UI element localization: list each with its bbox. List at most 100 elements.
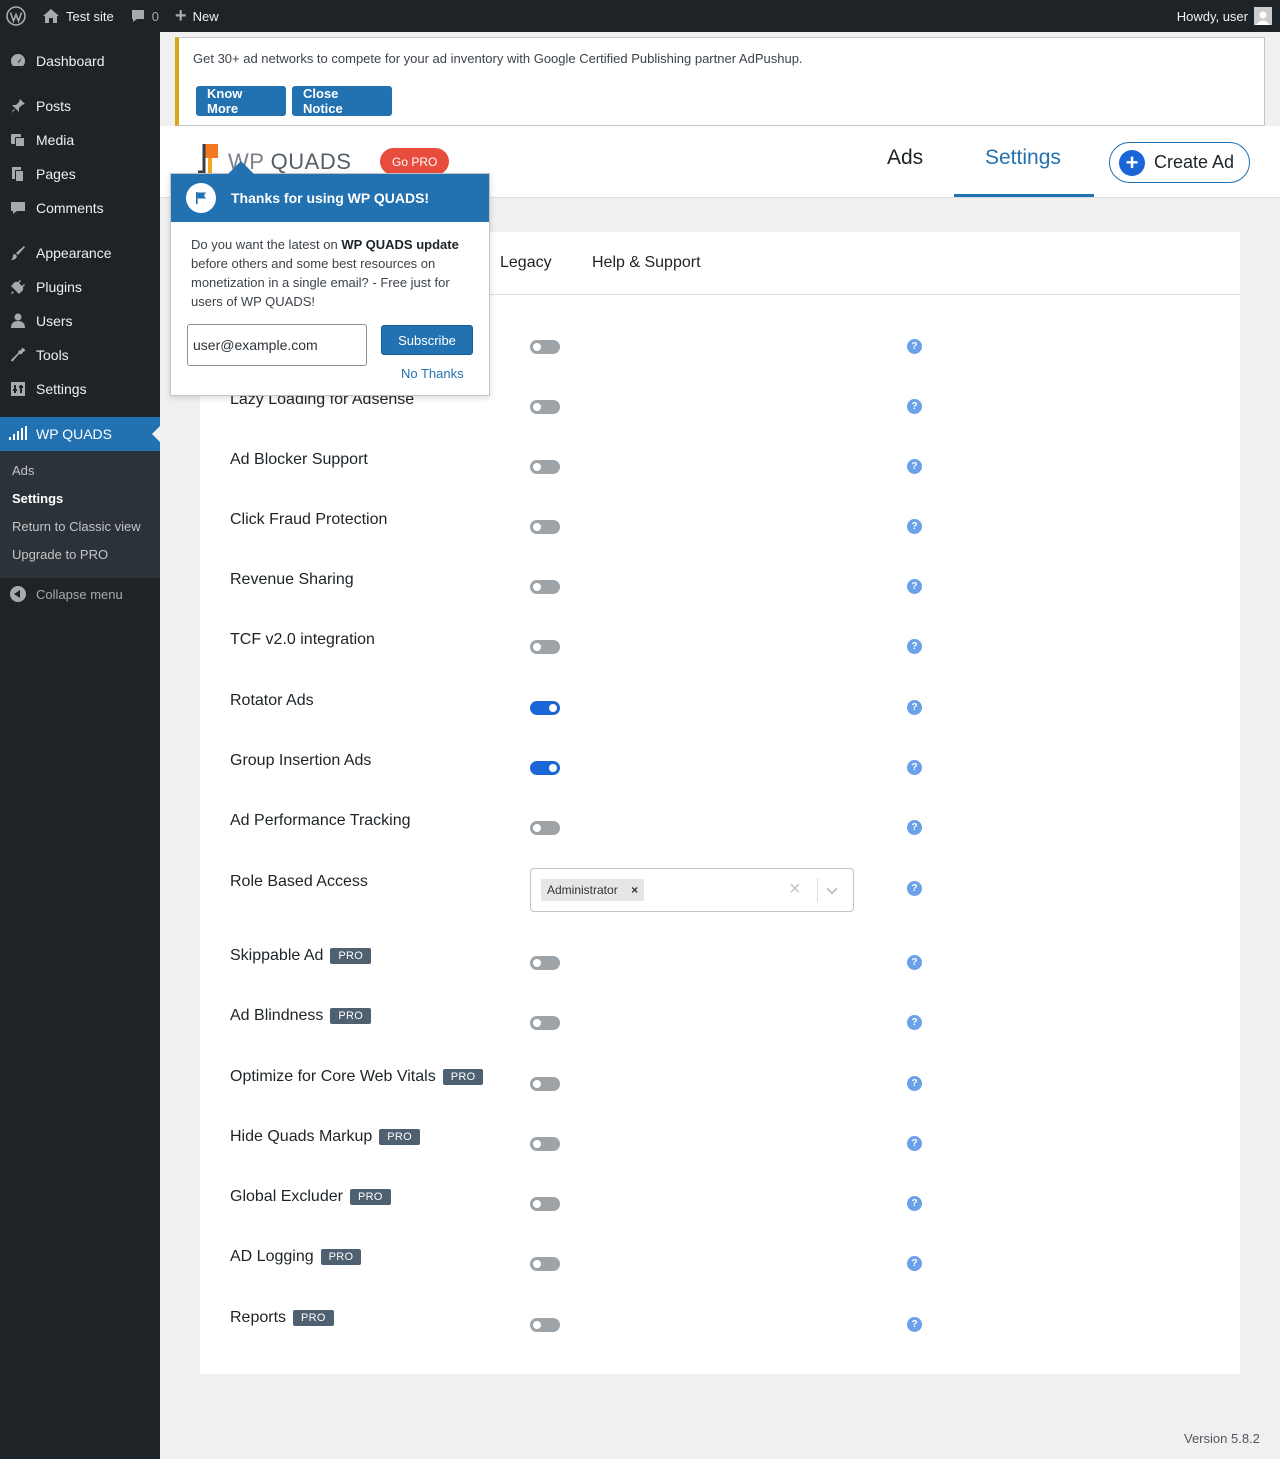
setting-label: AD Logging PRO (230, 1248, 362, 1266)
submenu-item-ads[interactable]: Ads (12, 463, 34, 478)
setting-toggle[interactable] (530, 701, 560, 715)
pages-icon (0, 165, 36, 183)
help-icon[interactable]: ? (907, 579, 922, 594)
setting-toggle[interactable] (530, 1197, 560, 1211)
subscribe-button[interactable]: Subscribe (381, 325, 473, 355)
sidebar-item-dashboard[interactable]: Dashboard (0, 44, 160, 78)
pro-badge: PRO (320, 1249, 362, 1265)
no-thanks-link[interactable]: No Thanks (401, 366, 464, 381)
sidebar-item-tools[interactable]: Tools (0, 338, 160, 372)
setting-label: Skippable Ad PRO (230, 947, 372, 965)
email-input[interactable] (187, 324, 367, 366)
sidebar-item-pages[interactable]: Pages (0, 157, 160, 191)
help-icon[interactable]: ? (907, 519, 922, 534)
comments-link[interactable]: 0 (122, 0, 167, 32)
help-icon[interactable]: ? (907, 1015, 922, 1030)
setting-toggle[interactable] (530, 1318, 560, 1332)
tab-ads[interactable]: Ads (887, 146, 923, 170)
sidebar-item-media[interactable]: Media (0, 123, 160, 157)
submenu-item-settings[interactable]: Settings (12, 491, 63, 506)
user-icon (0, 312, 36, 330)
role-chip-label: Administrator (547, 883, 618, 897)
comments-count: 0 (151, 8, 159, 24)
setting-label: Role Based Access (230, 873, 368, 891)
sidebar-item-label: Comments (36, 200, 104, 216)
version-text: Version 5.8.2 (1184, 1431, 1260, 1446)
signal-icon (0, 426, 36, 442)
subscribe-popup: Thanks for using WP QUADS! Do you want t… (170, 161, 490, 396)
setting-label-text: AD Logging (230, 1248, 314, 1265)
close-notice-button[interactable]: Close Notice (292, 86, 392, 116)
sidebar-item-posts[interactable]: Posts (0, 89, 160, 123)
home-icon (43, 9, 59, 23)
setting-label: Group Insertion Ads (230, 752, 371, 770)
help-icon[interactable]: ? (907, 1256, 922, 1271)
help-icon[interactable]: ? (907, 760, 922, 775)
brush-icon (0, 244, 36, 262)
help-icon[interactable]: ? (907, 881, 922, 896)
setting-toggle[interactable] (530, 1137, 560, 1151)
create-ad-button[interactable]: + Create Ad (1109, 142, 1250, 183)
setting-toggle[interactable] (530, 821, 560, 835)
setting-toggle[interactable] (530, 520, 560, 534)
setting-label-text: Revenue Sharing (230, 571, 354, 588)
admin-sidebar: Dashboard Posts Media Pages Comments App… (0, 32, 160, 1459)
setting-toggle[interactable] (530, 1257, 560, 1271)
comment-icon (131, 10, 144, 22)
setting-toggle[interactable] (530, 340, 560, 354)
clear-selection-icon[interactable]: × (789, 878, 801, 901)
help-icon[interactable]: ? (907, 399, 922, 414)
setting-label-text: Hide Quads Markup (230, 1128, 373, 1145)
setting-toggle[interactable] (530, 1077, 560, 1091)
settings-icon (0, 380, 36, 398)
help-icon[interactable]: ? (907, 459, 922, 474)
wordpress-logo-icon[interactable] (0, 0, 34, 32)
subtab-help-support[interactable]: Help & Support (592, 254, 701, 272)
dashboard-icon (0, 52, 36, 70)
know-more-button[interactable]: Know More (196, 86, 286, 116)
my-account[interactable]: Howdy, user (1177, 7, 1280, 25)
collapse-menu-button[interactable]: Collapse menu (0, 582, 123, 606)
submenu-item-upgrade[interactable]: Upgrade to PRO (12, 547, 108, 562)
setting-toggle[interactable] (530, 460, 560, 474)
site-name-link[interactable]: Test site (34, 0, 122, 32)
remove-role-icon[interactable]: × (626, 879, 644, 901)
help-icon[interactable]: ? (907, 639, 922, 654)
role-based-access-select[interactable]: Administrator × × (530, 868, 854, 912)
new-content-link[interactable]: + New (167, 0, 227, 32)
sidebar-item-settings[interactable]: Settings (0, 372, 160, 406)
help-icon[interactable]: ? (907, 339, 922, 354)
setting-toggle[interactable] (530, 400, 560, 414)
sidebar-item-plugins[interactable]: Plugins (0, 270, 160, 304)
sidebar-item-wp-quads[interactable]: WP QUADS (0, 417, 160, 451)
help-icon[interactable]: ? (907, 955, 922, 970)
subtab-legacy[interactable]: Legacy (500, 254, 552, 272)
setting-label-text: TCF v2.0 integration (230, 631, 375, 648)
avatar (1254, 7, 1272, 25)
help-icon[interactable]: ? (907, 1076, 922, 1091)
sidebar-item-appearance[interactable]: Appearance (0, 236, 160, 270)
adpushup-notice: Get 30+ ad networks to compete for your … (175, 37, 1265, 126)
help-icon[interactable]: ? (907, 820, 922, 835)
setting-toggle[interactable] (530, 640, 560, 654)
help-icon[interactable]: ? (907, 700, 922, 715)
chevron-down-icon[interactable] (826, 883, 838, 895)
submenu-item-classic-view[interactable]: Return to Classic view (12, 519, 141, 534)
go-pro-button[interactable]: Go PRO (380, 148, 450, 175)
help-icon[interactable]: ? (907, 1136, 922, 1151)
help-icon[interactable]: ? (907, 1196, 922, 1211)
sidebar-item-label: Pages (36, 166, 76, 182)
setting-toggle[interactable] (530, 761, 560, 775)
sidebar-item-users[interactable]: Users (0, 304, 160, 338)
tab-settings[interactable]: Settings (985, 146, 1061, 170)
setting-toggle[interactable] (530, 1016, 560, 1030)
setting-toggle[interactable] (530, 580, 560, 594)
sidebar-item-comments[interactable]: Comments (0, 191, 160, 225)
sidebar-item-label: Media (36, 132, 75, 148)
help-icon[interactable]: ? (907, 1317, 922, 1332)
setting-toggle[interactable] (530, 956, 560, 970)
plug-icon (0, 278, 36, 296)
setting-label: Ad Performance Tracking (230, 812, 411, 830)
setting-label: Click Fraud Protection (230, 511, 387, 529)
admin-bar: Test site 0 + New Howdy, user (0, 0, 1280, 32)
